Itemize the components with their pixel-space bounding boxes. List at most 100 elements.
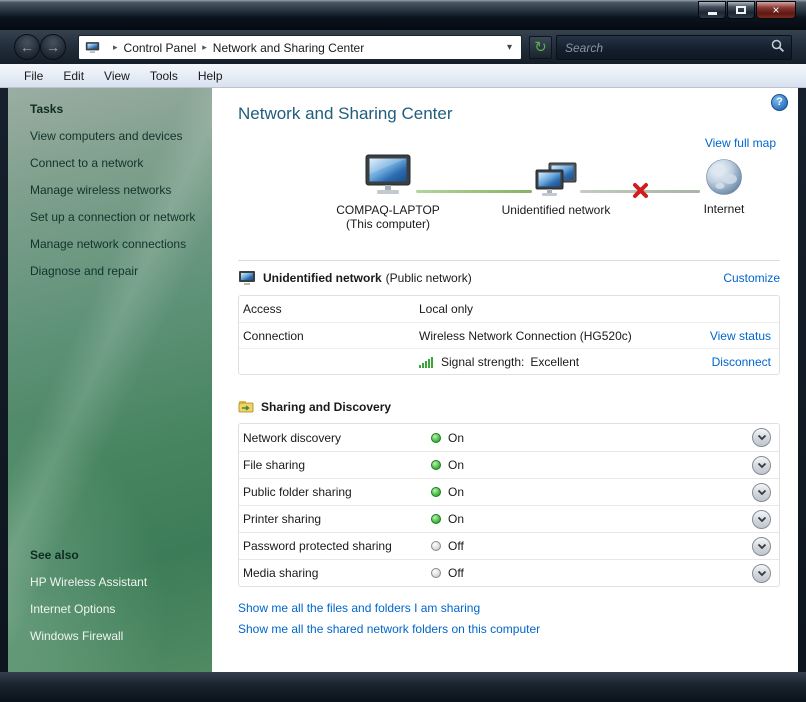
computer-icon[interactable] bbox=[363, 154, 413, 200]
signal-label: Signal strength: bbox=[441, 354, 525, 369]
sidebar-item-diagnose-repair[interactable]: Diagnose and repair bbox=[30, 264, 204, 278]
expand-button[interactable] bbox=[752, 455, 771, 475]
expand-button[interactable] bbox=[752, 428, 771, 447]
map-internet-label: Internet bbox=[703, 202, 745, 216]
status-dot bbox=[431, 487, 441, 497]
map-network-name: Unidentified network bbox=[501, 203, 611, 217]
expand-button[interactable] bbox=[752, 536, 771, 556]
chevron-down-icon bbox=[757, 570, 766, 576]
title-bar[interactable]: × bbox=[0, 0, 806, 30]
window-bottom-frame bbox=[0, 672, 806, 702]
disconnect-link[interactable]: Disconnect bbox=[712, 355, 771, 369]
status-dot bbox=[431, 432, 441, 443]
minimize-button[interactable] bbox=[698, 1, 726, 19]
sharing-row: Password protected sharing Off bbox=[239, 532, 779, 559]
status-dot bbox=[431, 514, 441, 524]
sharing-row: File sharing On bbox=[239, 451, 779, 478]
back-button[interactable]: ← bbox=[14, 34, 40, 60]
back-icon: ← bbox=[20, 39, 34, 55]
view-full-map-link[interactable]: View full map bbox=[705, 136, 776, 150]
sharing-section-title: Sharing and Discovery bbox=[261, 399, 392, 414]
sharing-discovery-icon bbox=[238, 399, 254, 414]
sidebar-item-setup-connection[interactable]: Set up a connection or network bbox=[30, 210, 204, 224]
expand-button[interactable] bbox=[752, 482, 771, 502]
network-section-title: Unidentified network bbox=[263, 271, 382, 285]
sharing-row: Public folder sharing On bbox=[239, 478, 779, 505]
sharing-row-label: Network discovery bbox=[243, 430, 342, 445]
sharing-row: Media sharing Off bbox=[239, 559, 779, 586]
sidebar-item-connect-network[interactable]: Connect to a network bbox=[30, 156, 204, 170]
sidebar-item-hp-wireless[interactable]: HP Wireless Assistant bbox=[30, 575, 204, 589]
sidebar-item-manage-connections[interactable]: Manage network connections bbox=[30, 237, 204, 251]
network-section-subtitle: (Public network) bbox=[385, 271, 472, 285]
globe-icon[interactable] bbox=[705, 159, 743, 199]
sidebar-item-windows-firewall[interactable]: Windows Firewall bbox=[30, 629, 204, 643]
search-input[interactable] bbox=[565, 40, 771, 55]
sharing-discovery-section: Sharing and Discovery Network discovery … bbox=[238, 399, 780, 636]
network-icon[interactable] bbox=[534, 162, 578, 200]
maximize-button[interactable] bbox=[727, 1, 755, 19]
network-details-section: Unidentified network (Public network) Cu… bbox=[238, 260, 780, 375]
navigation-bar: ← → ▸ Control Panel ▸ Network and Sharin… bbox=[0, 30, 806, 64]
crumb-separator-icon: ▸ bbox=[202, 42, 207, 52]
access-label: Access bbox=[243, 302, 282, 316]
menu-tools[interactable]: Tools bbox=[140, 66, 188, 86]
status-text: On bbox=[448, 485, 465, 499]
view-status-link[interactable]: View status bbox=[710, 329, 771, 343]
page-title: Network and Sharing Center bbox=[238, 104, 453, 123]
map-computer-name: COMPAQ-LAPTOP bbox=[336, 203, 440, 217]
menu-edit[interactable]: Edit bbox=[53, 66, 94, 86]
connection-value: Wireless Network Connection (HG520c) bbox=[419, 328, 632, 343]
chevron-down-icon bbox=[757, 543, 766, 549]
network-details-box: Access Local only Connection Wireless Ne… bbox=[238, 295, 780, 375]
signal-value: Excellent bbox=[530, 354, 580, 369]
breadcrumb-item-network-sharing-center[interactable]: Network and Sharing Center bbox=[213, 41, 364, 55]
status-dot bbox=[431, 541, 441, 551]
show-shared-files-link[interactable]: Show me all the files and folders I am s… bbox=[238, 601, 480, 615]
close-button[interactable]: × bbox=[756, 1, 796, 19]
breadcrumb: ▸ Control Panel ▸ Network and Sharing Ce… bbox=[78, 35, 522, 60]
window: × ← → ▸ Control Panel ▸ Network and Shar… bbox=[0, 0, 806, 702]
status-dot bbox=[431, 568, 441, 578]
menu-help[interactable]: Help bbox=[188, 66, 233, 86]
crumb-separator-icon: ▸ bbox=[113, 42, 118, 52]
minimize-icon bbox=[707, 11, 717, 15]
help-icon: ? bbox=[776, 96, 783, 108]
breadcrumb-item-control-panel[interactable]: Control Panel bbox=[124, 41, 197, 55]
forward-button[interactable]: → bbox=[40, 34, 66, 60]
signal-row: Signal strength: Excellent Disconnect bbox=[239, 348, 779, 374]
chevron-down-icon bbox=[757, 462, 766, 468]
status-text: On bbox=[448, 458, 465, 472]
network-small-icon bbox=[238, 270, 256, 286]
search-icon[interactable] bbox=[771, 39, 785, 56]
sidebar: Tasks View computers and devices Connect… bbox=[8, 88, 212, 672]
show-shared-folders-link[interactable]: Show me all the shared network folders o… bbox=[238, 622, 540, 636]
signal-strength-icon bbox=[419, 355, 435, 368]
menu-file[interactable]: File bbox=[14, 66, 53, 86]
tasks-header: Tasks bbox=[30, 102, 64, 116]
refresh-button[interactable]: ↻ bbox=[529, 36, 552, 59]
refresh-icon: ↻ bbox=[534, 39, 547, 56]
chevron-down-icon bbox=[757, 516, 766, 522]
help-button[interactable]: ? bbox=[771, 94, 788, 111]
connection-label: Connection bbox=[243, 328, 304, 343]
status-text: Off bbox=[448, 539, 464, 553]
sidebar-item-internet-options[interactable]: Internet Options bbox=[30, 602, 204, 616]
status-text: On bbox=[448, 430, 465, 445]
chevron-down-icon bbox=[757, 434, 766, 441]
expand-button[interactable] bbox=[752, 509, 771, 529]
see-also-header: See also bbox=[30, 548, 79, 562]
customize-link[interactable]: Customize bbox=[723, 271, 780, 285]
sharing-row-label: File sharing bbox=[243, 458, 306, 472]
sharing-row-label: Media sharing bbox=[243, 566, 319, 580]
breadcrumb-icon bbox=[85, 41, 100, 54]
sharing-rows-box: Network discovery On File sharing On Pub… bbox=[238, 423, 780, 587]
sharing-row: Network discovery On bbox=[239, 424, 779, 451]
sidebar-item-view-computers[interactable]: View computers and devices bbox=[30, 129, 204, 143]
chevron-down-icon[interactable]: ▾ bbox=[502, 42, 517, 53]
maximize-icon bbox=[736, 6, 746, 14]
chevron-down-icon bbox=[757, 489, 766, 495]
sidebar-item-manage-wireless[interactable]: Manage wireless networks bbox=[30, 183, 204, 197]
expand-button[interactable] bbox=[752, 563, 771, 583]
menu-view[interactable]: View bbox=[94, 66, 140, 86]
